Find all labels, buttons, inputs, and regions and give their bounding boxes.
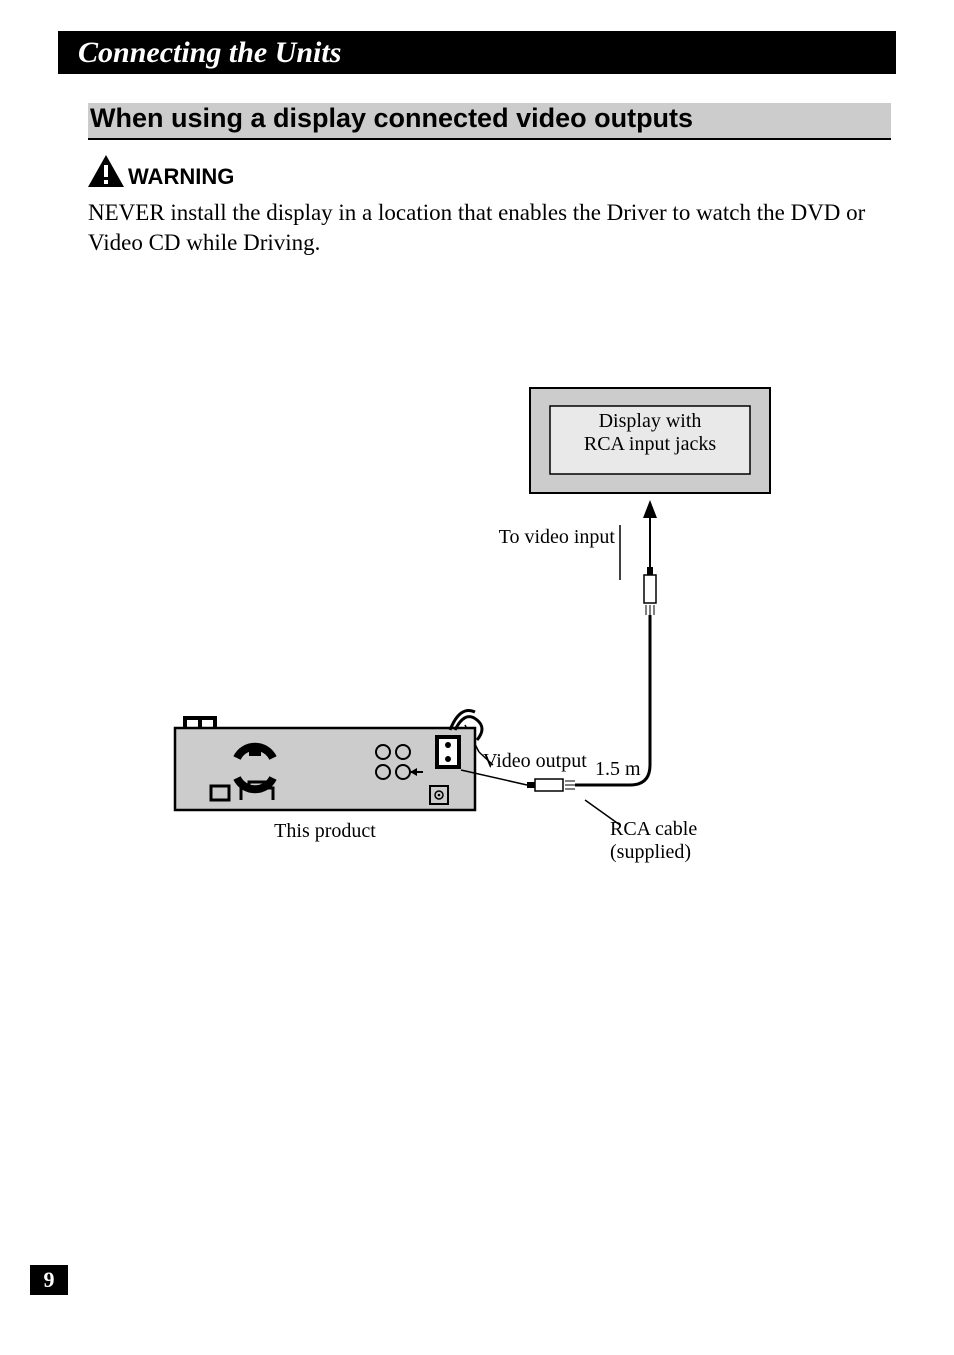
warning-label: WARNING <box>128 164 234 192</box>
video-output-label: Video output <box>483 750 603 773</box>
page-number-text: 9 <box>44 1267 55 1292</box>
display-box-line1: Display with <box>550 410 750 433</box>
this-product-label: This product <box>225 820 425 843</box>
cable-length-label: 1.5 m <box>595 758 655 781</box>
warning-icon <box>88 155 124 192</box>
rca-cable-label: RCA cable (supplied) <box>610 818 730 864</box>
rca-cable-line2: (supplied) <box>610 841 730 864</box>
warning-body: NEVER install the display in a location … <box>88 198 878 258</box>
page-number: 9 <box>30 1265 68 1295</box>
title-bar: Connecting the Units <box>58 31 896 74</box>
display-box-label: Display with RCA input jacks <box>550 410 750 456</box>
section-heading: When using a display connected video out… <box>88 103 891 140</box>
section-heading-text: When using a display connected video out… <box>90 103 693 133</box>
connection-diagram: Display with RCA input jacks To video in… <box>155 380 795 890</box>
title-bar-text: Connecting the Units <box>78 36 341 69</box>
warning-row: WARNING <box>88 155 234 192</box>
rca-cable-line1: RCA cable <box>610 818 730 841</box>
display-box-line2: RCA input jacks <box>550 433 750 456</box>
to-video-input-label: To video input <box>485 526 615 549</box>
page: Connecting the Units When using a displa… <box>0 0 954 1355</box>
